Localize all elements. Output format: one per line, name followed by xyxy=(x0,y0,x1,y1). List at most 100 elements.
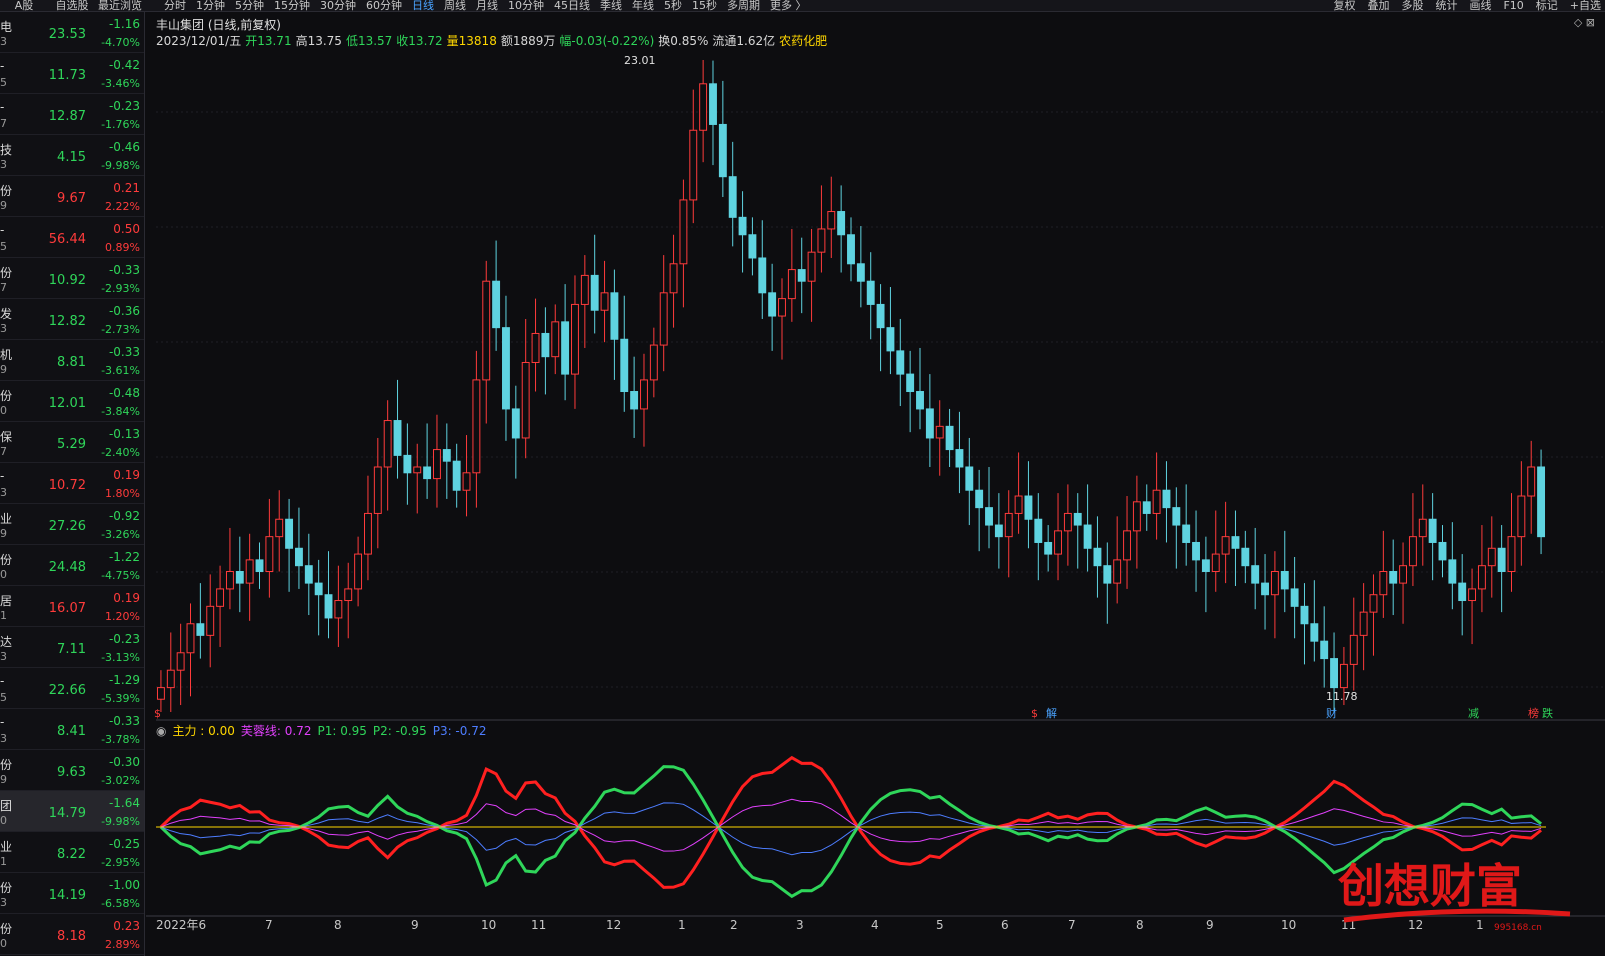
period-tab[interactable]: 5秒 xyxy=(664,0,682,11)
period-tab[interactable]: 10分钟 xyxy=(508,0,544,11)
candle-body xyxy=(965,466,974,491)
candle-body xyxy=(1063,512,1072,532)
candle-body xyxy=(1310,623,1319,642)
period-tab[interactable]: 月线 xyxy=(476,0,498,11)
watchlist-row[interactable]: 份 7 10.92 -0.33 -2.93% xyxy=(0,258,144,299)
watchlist-tab[interactable]: 最近浏览 xyxy=(96,0,144,11)
period-tab[interactable]: 多周期 xyxy=(727,0,760,11)
watchlist-row[interactable]: 份 0 24.48 -1.22 -4.75% xyxy=(0,545,144,586)
watchlist-row[interactable]: - 5 22.66 -1.29 -5.39% xyxy=(0,668,144,709)
chart-title: 丰山集团 (日线,前复权) xyxy=(156,18,281,32)
stock-change: -0.33 xyxy=(108,345,140,359)
tool-button[interactable]: 多股 xyxy=(1401,0,1423,11)
period-tab[interactable]: 15秒 xyxy=(692,0,717,11)
watchlist-row[interactable]: 发 3 12.82 -0.36 -2.73% xyxy=(0,299,144,340)
watermark-url: 995168.cn xyxy=(1494,923,1542,933)
watchlist-row[interactable]: - 5 56.44 0.50 0.89% xyxy=(0,217,144,258)
candle-body xyxy=(1320,640,1329,660)
candle-body xyxy=(334,600,343,619)
watchlist-row[interactable]: 份 0 8.18 0.23 2.89% xyxy=(0,914,144,955)
period-tab[interactable]: 45日线 xyxy=(554,0,590,11)
watchlist-row[interactable]: 份 9 9.67 0.21 2.22% xyxy=(0,176,144,217)
watchlist-tab[interactable]: A股 xyxy=(0,0,48,11)
candle-body xyxy=(1379,570,1388,596)
x-axis-label: 9 xyxy=(1206,918,1214,932)
x-axis-label: 6 xyxy=(1001,918,1009,932)
stock-code: 0 xyxy=(0,937,7,950)
period-tab[interactable]: 周线 xyxy=(444,0,466,11)
candle-body xyxy=(1497,547,1506,572)
candle-body xyxy=(1477,565,1486,590)
watchlist-row[interactable]: 电 3 23.53 -1.16 -4.70% xyxy=(0,12,144,53)
stock-code: 1 xyxy=(0,855,7,868)
info-sector[interactable]: 农药化肥 xyxy=(779,34,827,48)
candle-body xyxy=(1241,547,1250,567)
tool-button[interactable]: F10 xyxy=(1503,0,1523,11)
tool-button[interactable]: 复权 xyxy=(1333,0,1355,11)
watchlist-row[interactable]: 份 9 9.63 -0.30 -3.02% xyxy=(0,750,144,791)
candle-body xyxy=(521,361,530,439)
period-tab[interactable]: 1分钟 xyxy=(196,0,225,11)
watchlist-tab[interactable]: 自选股 xyxy=(48,0,96,11)
stock-pct: -1.76% xyxy=(101,118,140,131)
period-tab[interactable]: 日线 xyxy=(412,0,434,11)
candle-body xyxy=(1389,570,1398,584)
candle-body xyxy=(778,298,786,317)
stock-change: -1.64 xyxy=(108,796,140,810)
watchlist-row[interactable]: - 5 11.73 -0.42 -3.46% xyxy=(0,53,144,94)
watchlist-row[interactable]: - 7 12.87 -0.23 -1.76% xyxy=(0,94,144,135)
stock-change: -1.00 xyxy=(108,878,140,892)
period-tab[interactable]: 60分钟 xyxy=(366,0,402,11)
candle-body xyxy=(1201,559,1210,572)
candle-body xyxy=(1142,501,1151,514)
tool-button[interactable]: 叠加 xyxy=(1367,0,1389,11)
ind-p3: P3: -0.72 xyxy=(432,724,487,738)
watchlist-row[interactable]: - 3 8.41 -0.33 -3.78% xyxy=(0,709,144,750)
tool-button[interactable]: 统计 xyxy=(1435,0,1457,11)
stock-change: -0.42 xyxy=(108,58,140,72)
period-tab[interactable]: 分时 xyxy=(164,0,186,11)
stock-name: - xyxy=(0,223,5,237)
candle-body xyxy=(1132,501,1141,532)
stock-pct: -3.78% xyxy=(101,733,140,746)
candle-body xyxy=(1517,495,1526,538)
candle-body xyxy=(640,379,648,410)
watchlist-row[interactable]: 达 3 7.11 -0.23 -3.13% xyxy=(0,627,144,668)
watchlist-row[interactable]: 保 7 5.29 -0.13 -2.40% xyxy=(0,422,144,463)
period-tab[interactable]: 30分钟 xyxy=(320,0,356,11)
watchlist-row[interactable]: 业 1 8.22 -0.25 -2.95% xyxy=(0,832,144,873)
stock-pct: -2.40% xyxy=(101,446,140,459)
stock-change: -1.22 xyxy=(108,550,140,564)
candle-body xyxy=(1221,536,1230,555)
stock-code: 3 xyxy=(0,486,7,499)
kline-svg[interactable]: 23.0111.78$ $ 解财减榜跌2022年6 7 8 9 10 11 12 1 2 3 4 5 6 7 8… xyxy=(146,12,1605,956)
period-tab[interactable]: 15分钟 xyxy=(274,0,310,11)
watchlist-row[interactable]: 团 0 14.79 -1.64 -9.98% xyxy=(0,791,144,832)
candle-body xyxy=(985,507,993,526)
indicator-settings-icon[interactable]: ◉ xyxy=(156,724,166,738)
candle-body xyxy=(304,565,313,584)
watchlist-row[interactable]: 份 3 14.19 -1.00 -6.58% xyxy=(0,873,144,914)
period-tab[interactable]: 年线 xyxy=(632,0,654,11)
tool-button[interactable]: 标记 xyxy=(1536,0,1558,11)
watchlist-row[interactable]: 机 9 8.81 -0.33 -3.61% xyxy=(0,340,144,381)
stock-code: 7 xyxy=(0,445,7,458)
stock-price: 8.22 xyxy=(57,847,86,862)
tool-button[interactable]: 画线 xyxy=(1469,0,1491,11)
period-tab[interactable]: 季线 xyxy=(600,0,622,11)
candle-body xyxy=(1349,634,1358,665)
watchlist-row[interactable]: 居 1 16.07 0.19 1.20% xyxy=(0,586,144,627)
candle-body xyxy=(1468,588,1477,602)
watchlist-row[interactable]: - 3 10.72 0.19 1.80% xyxy=(0,463,144,504)
watchlist-row[interactable]: 份 0 12.01 -0.48 -3.84% xyxy=(0,381,144,422)
period-tab[interactable]: 更多 〉 xyxy=(770,0,807,11)
candle-body xyxy=(1537,466,1546,538)
window-controls[interactable]: ◇ ⊠ xyxy=(1574,16,1595,29)
tool-button[interactable]: +自选 xyxy=(1570,0,1601,11)
watchlist-row[interactable]: 业 9 27.26 -0.92 -3.26% xyxy=(0,504,144,545)
candle-body xyxy=(916,391,924,410)
candle-body xyxy=(580,274,589,305)
candle-body xyxy=(354,553,363,590)
watchlist-row[interactable]: 技 3 4.15 -0.46 -9.98% xyxy=(0,135,144,176)
period-tab[interactable]: 5分钟 xyxy=(235,0,264,11)
